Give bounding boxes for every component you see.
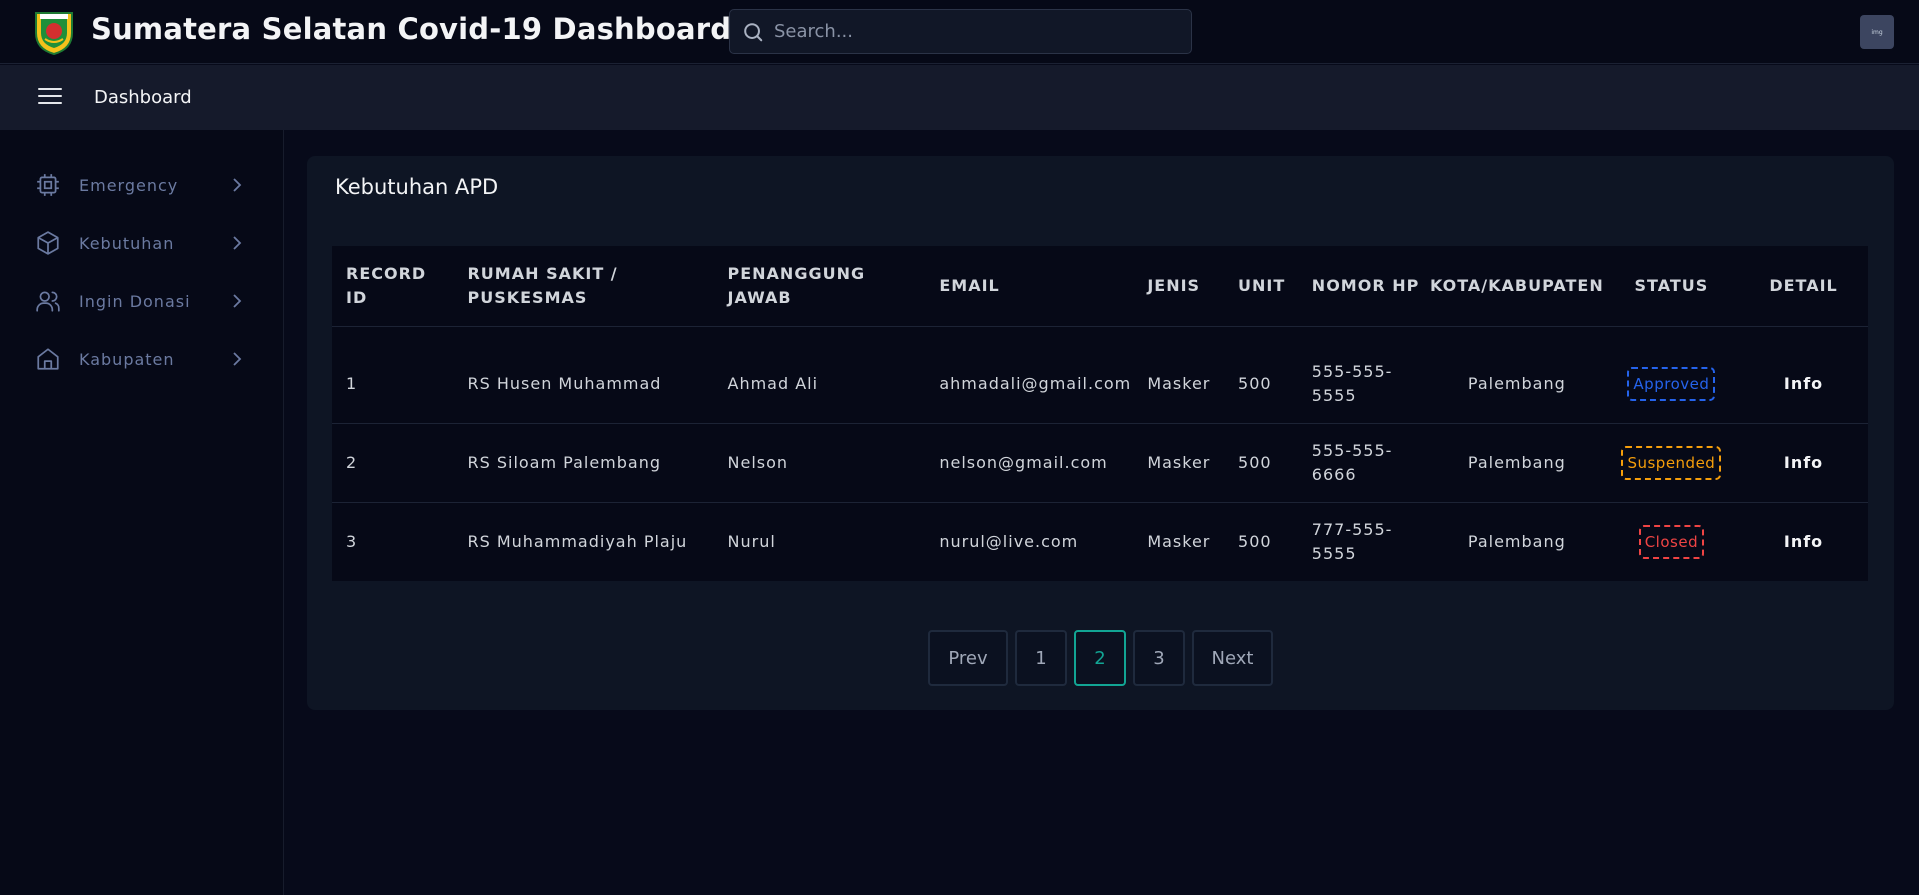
cell-unit: 500 (1238, 531, 1272, 551)
chevron-right-icon (230, 352, 244, 366)
cell-record-id: 3 (346, 531, 358, 551)
header-nomor-hp[interactable]: NOMOR HP (1298, 246, 1430, 326)
page-2-button[interactable]: 2 (1074, 630, 1126, 686)
search-box[interactable] (729, 9, 1192, 54)
cell-nomor-hp: 777-555-5555 (1311, 519, 1393, 563)
cell-rumah-sakit: RS Siloam Palembang (467, 452, 662, 472)
app-title: Sumatera Selatan Covid-19 Dashboard (91, 12, 732, 46)
header-kota[interactable]: KOTA/KABUPATEN (1430, 246, 1604, 326)
cell-kota: Palembang (1467, 531, 1566, 551)
cell-nomor-hp: 555-555-5555 (1311, 361, 1393, 405)
apd-table: RECORD ID RUMAH SAKIT / PUSKESMAS PENANG… (332, 246, 1868, 581)
cell-unit: 500 (1238, 452, 1272, 472)
page-3-button[interactable]: 3 (1133, 630, 1185, 686)
menu-toggle-icon[interactable] (38, 88, 62, 106)
card-title: Kebutuhan APD (335, 175, 499, 199)
status-badge: Approved (1627, 366, 1716, 401)
cell-jenis: Masker (1147, 373, 1211, 393)
user-avatar[interactable]: img (1860, 15, 1894, 49)
header-penanggung-jawab[interactable]: PENANGGUNG JAWAB (714, 246, 926, 326)
sidebar-item-label: Emergency (79, 175, 179, 195)
header-email[interactable]: EMAIL (925, 246, 1133, 326)
chevron-right-icon (230, 294, 244, 308)
sidebar-item-emergency[interactable]: Emergency (34, 167, 244, 203)
sub-header: Dashboard (0, 65, 1919, 130)
cell-record-id: 1 (346, 373, 358, 393)
users-icon (34, 287, 62, 315)
chevron-right-icon (230, 178, 244, 192)
cell-penanggung-jawab: Nurul (727, 531, 776, 551)
cell-email: nelson@gmail.com (939, 452, 1108, 472)
cell-nomor-hp: 555-555-6666 (1311, 440, 1393, 484)
header-rumah-sakit[interactable]: RUMAH SAKIT / PUSKESMAS (453, 246, 713, 326)
table-row: 3 RS Muhammadiyah Plaju Nurul nurul@live… (332, 502, 1868, 581)
cell-unit: 500 (1238, 373, 1272, 393)
header-detail[interactable]: DETAIL (1739, 246, 1868, 326)
sidebar-item-ingin-donasi[interactable]: Ingin Donasi (34, 283, 244, 319)
sidebar-item-kabupaten[interactable]: Kabupaten (34, 341, 244, 377)
prev-page-button[interactable]: Prev (928, 630, 1008, 686)
search-icon (744, 22, 763, 41)
cell-email: nurul@live.com (939, 531, 1079, 551)
next-page-button[interactable]: Next (1192, 630, 1273, 686)
pagination: Prev 1 2 3 Next (928, 630, 1280, 686)
cell-record-id: 2 (346, 452, 358, 472)
cell-rumah-sakit: RS Muhammadiyah Plaju (467, 531, 688, 551)
cell-jenis: Masker (1147, 452, 1211, 472)
sidebar: Emergency Kebutuhan Ingin Donasi Kabupat… (0, 130, 284, 895)
table-header-row: RECORD ID RUMAH SAKIT / PUSKESMAS PENANG… (332, 246, 1868, 326)
cell-jenis: Masker (1147, 531, 1211, 551)
header-jenis[interactable]: JENIS (1133, 246, 1224, 326)
chevron-right-icon (230, 236, 244, 250)
header-status[interactable]: STATUS (1604, 246, 1739, 326)
sidebar-item-label: Kabupaten (79, 349, 175, 369)
cell-kota: Palembang (1467, 373, 1566, 393)
status-badge: Suspended (1621, 445, 1722, 480)
cell-penanggung-jawab: Ahmad Ali (727, 373, 819, 393)
cell-email: ahmadali@gmail.com (939, 373, 1132, 393)
page-1-button[interactable]: 1 (1015, 630, 1067, 686)
kebutuhan-apd-card: Kebutuhan APD RECORD ID RUMAH SAKIT / PU… (307, 156, 1894, 710)
sidebar-item-label: Ingin Donasi (79, 291, 191, 311)
breadcrumb: Dashboard (94, 87, 192, 108)
status-badge: Closed (1638, 524, 1705, 559)
search-input[interactable] (774, 21, 1174, 42)
cell-penanggung-jawab: Nelson (727, 452, 789, 472)
cell-rumah-sakit: RS Husen Muhammad (467, 373, 662, 393)
province-logo[interactable] (32, 9, 76, 56)
cell-kota: Palembang (1467, 452, 1566, 472)
sidebar-item-label: Kebutuhan (79, 233, 175, 253)
home-icon (34, 345, 62, 373)
cpu-icon (34, 171, 62, 199)
table-row: 1 RS Husen Muhammad Ahmad Ali ahmadali@g… (332, 326, 1868, 423)
info-link[interactable]: Info (1784, 453, 1823, 472)
info-link[interactable]: Info (1784, 374, 1823, 393)
sidebar-item-kebutuhan[interactable]: Kebutuhan (34, 225, 244, 261)
top-header: Sumatera Selatan Covid-19 Dashboard img (0, 0, 1919, 64)
info-link[interactable]: Info (1784, 532, 1823, 551)
header-record-id[interactable]: RECORD ID (332, 246, 453, 326)
header-unit[interactable]: UNIT (1224, 246, 1298, 326)
table-row: 2 RS Siloam Palembang Nelson nelson@gmai… (332, 423, 1868, 502)
box-icon (34, 229, 62, 257)
